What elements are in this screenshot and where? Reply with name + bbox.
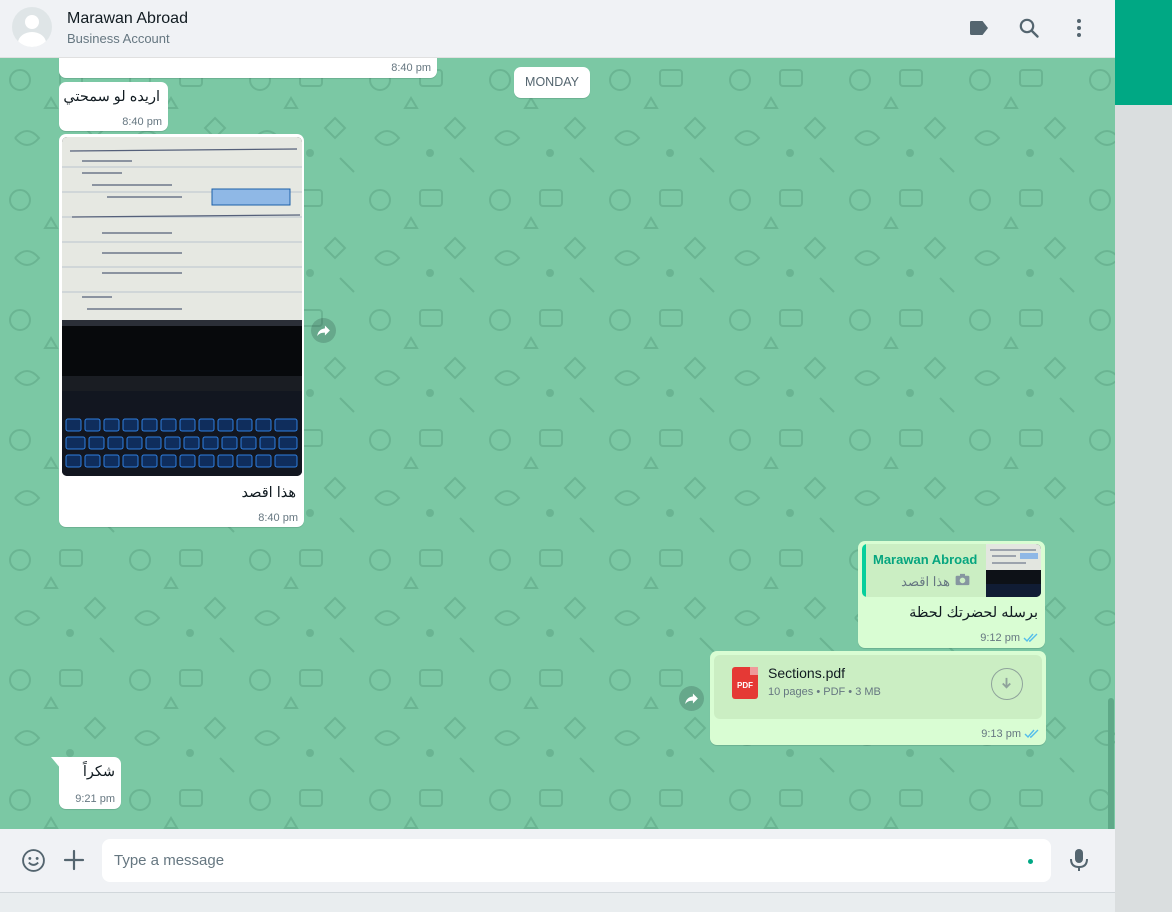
search-icon[interactable] <box>1017 16 1041 40</box>
pdf-file-icon: PDF <box>732 667 758 699</box>
message-time: 8:40 pm <box>391 62 431 74</box>
incoming-image-message[interactable]: هذا اقصد 8:40 pm <box>59 134 304 527</box>
window-bottom-edge <box>0 892 1115 912</box>
quoted-message[interactable]: Marawan Abroad هذا اقصد <box>862 544 1041 597</box>
file-name: Sections.pdf <box>768 665 846 681</box>
message-list[interactable]: MONDAY 8:40 pm اريده لو سمحتي 8:40 pm هذ… <box>0 58 1115 829</box>
file-meta: 10 pages • PDF • 3 MB <box>768 686 881 698</box>
quoted-author: Marawan Abroad <box>873 552 978 567</box>
download-button[interactable] <box>991 668 1023 700</box>
whatsapp-window: Marawan Abroad Business Account MONDAY 8… <box>0 0 1115 892</box>
avatar-head-shape <box>25 15 39 29</box>
message-time: 9:21 pm <box>75 793 115 805</box>
chat-scrollbar[interactable] <box>1108 698 1114 829</box>
message-time: 8:40 pm <box>122 116 162 128</box>
attach-plus-icon[interactable] <box>62 848 86 872</box>
incoming-message-bubble[interactable]: 8:40 pm <box>59 58 437 78</box>
side-panel <box>1115 105 1172 912</box>
message-text: شكراً <box>82 764 115 780</box>
avatar[interactable] <box>12 7 52 47</box>
outgoing-reply-message[interactable]: Marawan Abroad هذا اقصد برسله لحضرتك لحظ… <box>858 541 1045 648</box>
day-separator: MONDAY <box>514 67 590 98</box>
incoming-message-bubble[interactable]: اريده لو سمحتي 8:40 pm <box>59 82 168 131</box>
double-check-read-icon <box>1024 729 1039 739</box>
message-input[interactable] <box>102 839 1051 882</box>
image-caption: هذا اقصد <box>241 485 296 501</box>
download-icon <box>1002 677 1011 689</box>
incoming-message-bubble[interactable]: شكراً 9:21 pm <box>59 757 121 809</box>
message-text: اريده لو سمحتي <box>63 89 160 105</box>
composer-bar <box>0 829 1115 892</box>
menu-icon[interactable] <box>1067 16 1091 40</box>
document-card[interactable]: PDF Sections.pdf 10 pages • PDF • 3 MB <box>714 655 1042 719</box>
input-status-dot <box>1028 859 1033 864</box>
forward-icon <box>317 325 330 337</box>
message-text: برسله لحضرتك لحظة <box>909 605 1038 621</box>
message-time: 9:13 pm <box>981 728 1021 740</box>
forward-button[interactable] <box>679 686 704 711</box>
pdf-file-icon-label: PDF <box>737 681 753 690</box>
double-check-read-icon <box>1023 633 1038 643</box>
outgoing-document-message[interactable]: PDF Sections.pdf 10 pages • PDF • 3 MB 9… <box>710 651 1046 745</box>
contact-subtitle: Business Account <box>67 31 170 46</box>
forward-button[interactable] <box>311 318 336 343</box>
message-image-photo[interactable] <box>62 137 302 476</box>
avatar-body-shape <box>18 32 46 47</box>
quoted-text: هذا اقصد <box>901 574 950 589</box>
quote-accent-bar <box>862 544 866 597</box>
message-time: 9:12 pm <box>980 632 1020 644</box>
message-time: 8:40 pm <box>258 512 298 524</box>
camera-icon <box>955 573 970 586</box>
contact-name[interactable]: Marawan Abroad <box>67 10 188 28</box>
label-icon[interactable] <box>967 16 991 40</box>
pdf-file-corner <box>750 667 758 675</box>
microphone-icon[interactable] <box>1068 848 1090 872</box>
forward-icon <box>685 693 698 705</box>
emoji-icon[interactable] <box>21 848 46 873</box>
chat-header: Marawan Abroad Business Account <box>0 0 1115 58</box>
side-panel-accent <box>1115 0 1172 105</box>
quoted-image-thumbnail <box>986 544 1041 597</box>
